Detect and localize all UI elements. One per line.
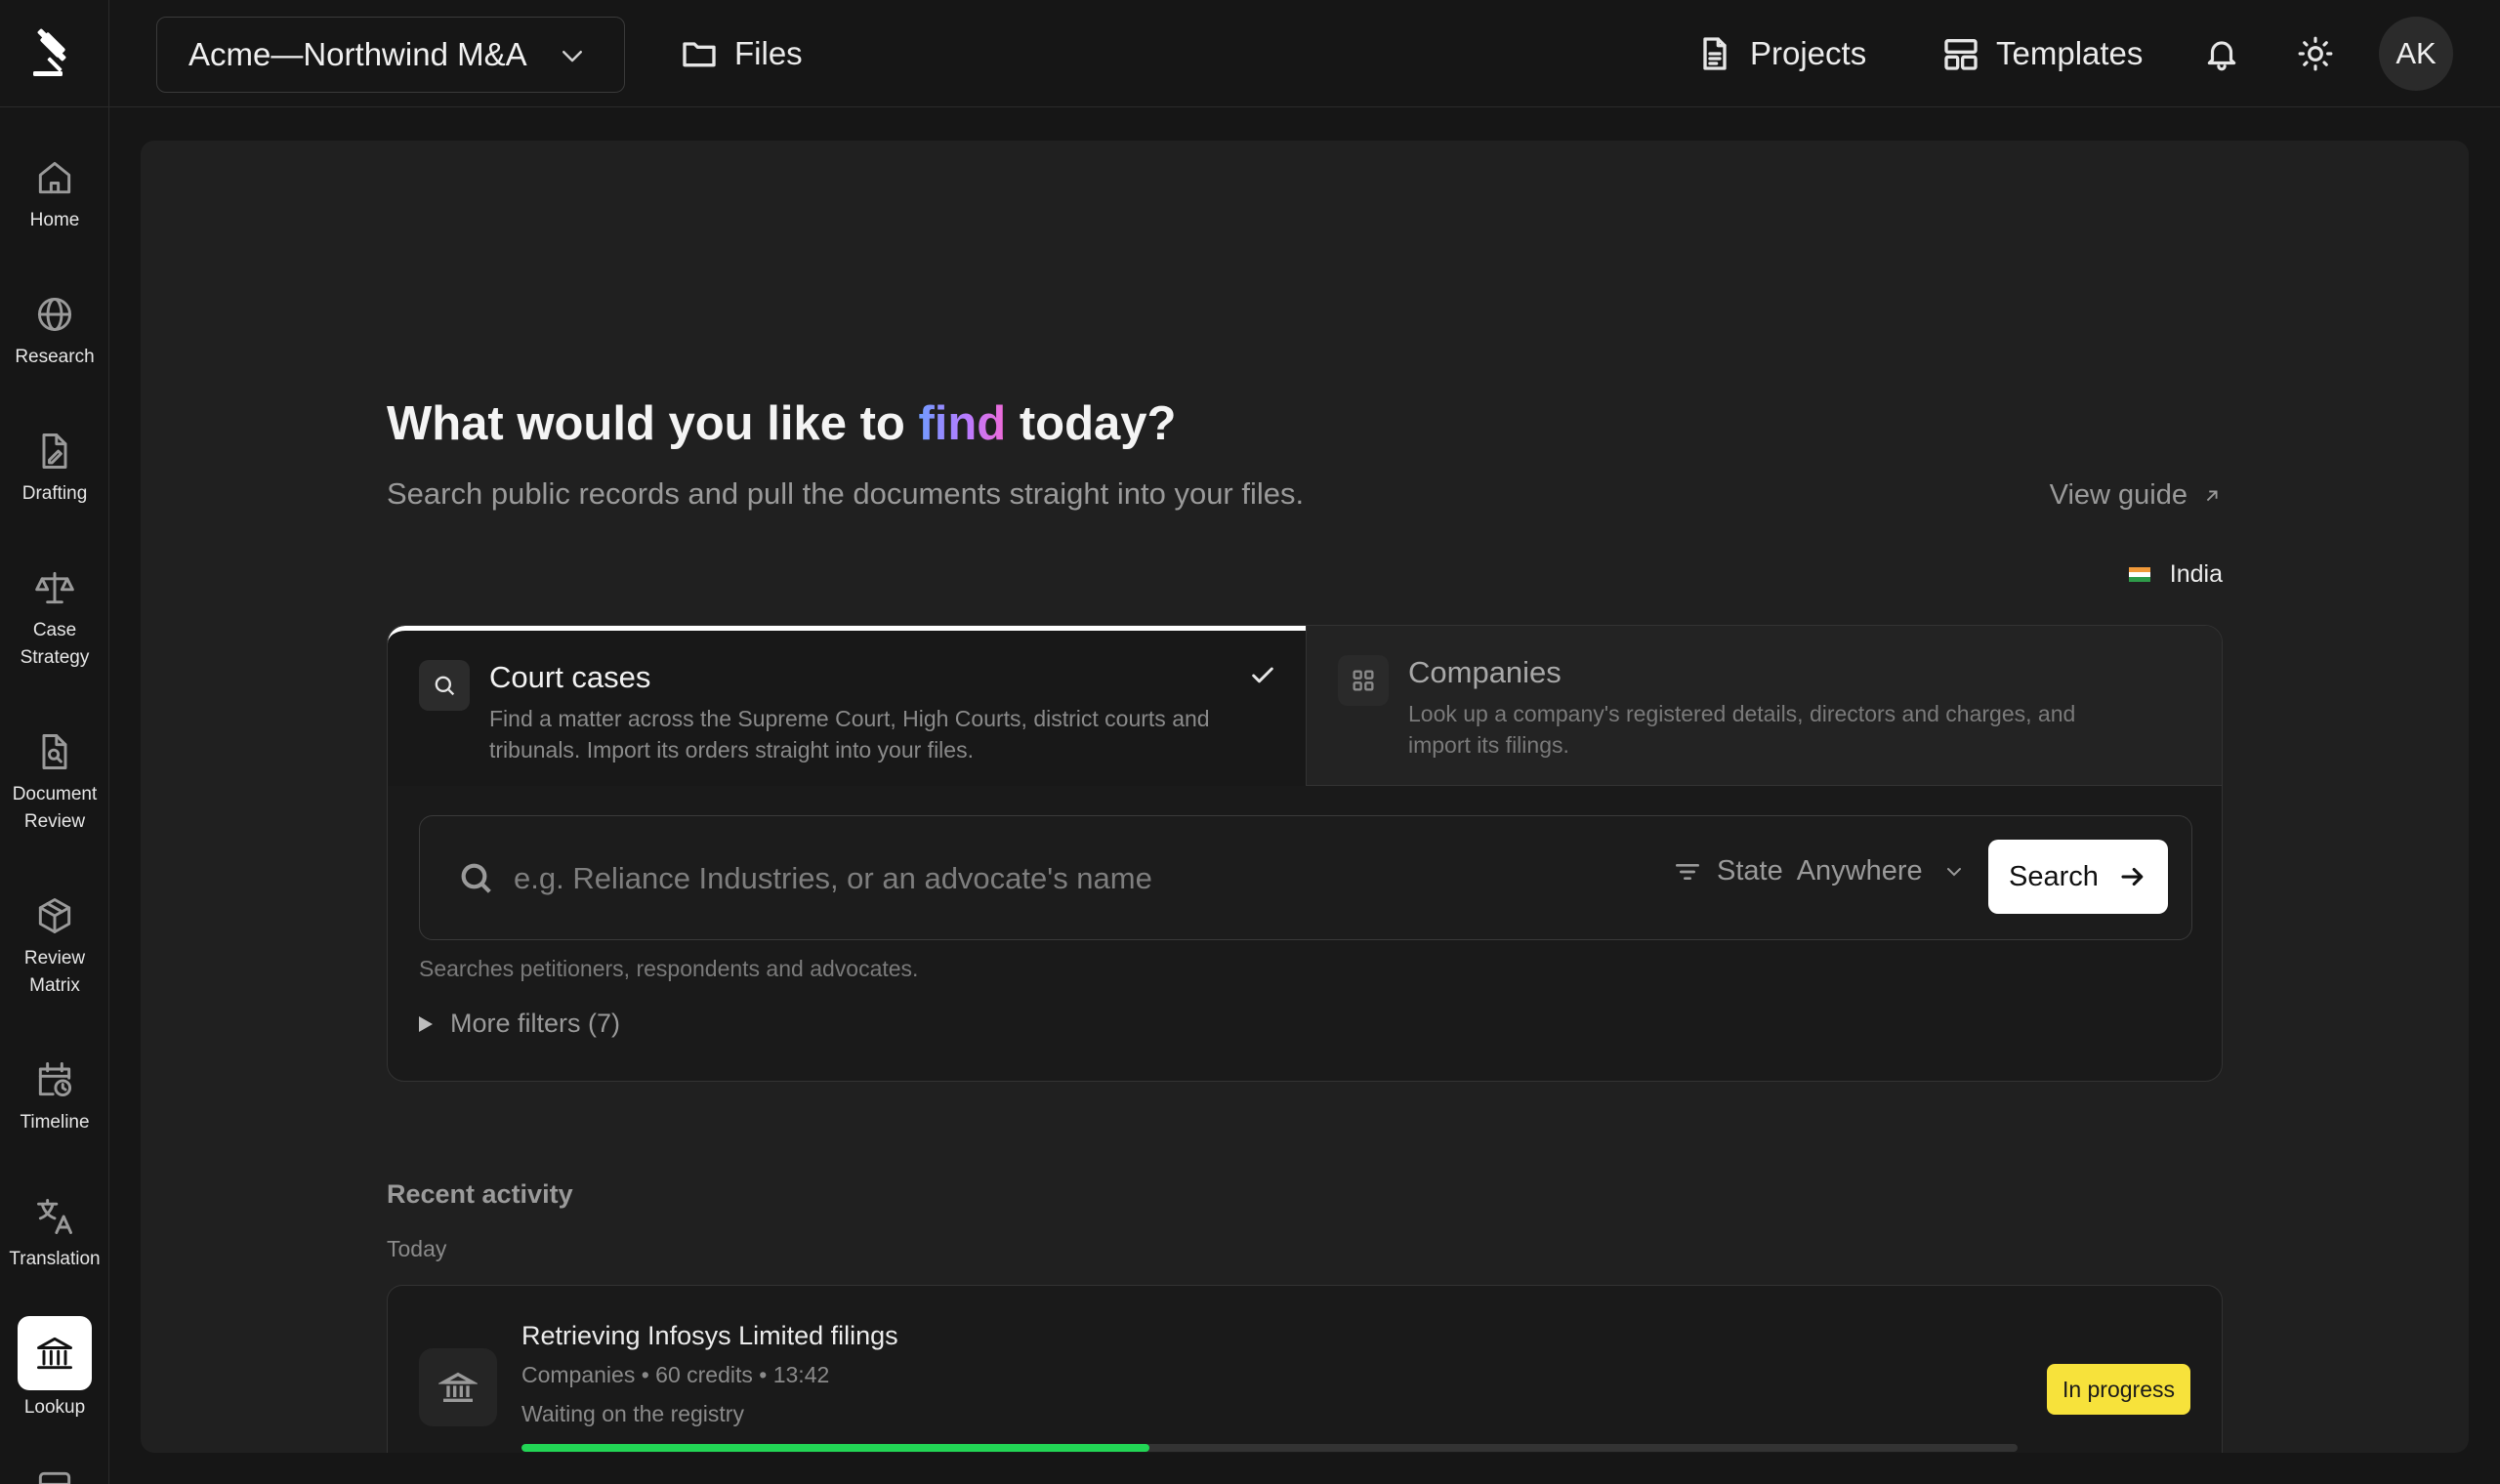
sidebar-item-research[interactable]: Research: [0, 291, 109, 371]
caret-right-icon: [419, 1015, 433, 1032]
india-flag-icon: [2128, 567, 2150, 582]
sidebar-item-label: Document Review: [12, 784, 98, 832]
app-logo[interactable]: [0, 0, 109, 107]
chevron-down-icon: [1946, 867, 1961, 876]
projects-link[interactable]: Projects: [1695, 29, 1866, 78]
sidebar: Home Research Drafting Case Strategy Doc: [0, 0, 109, 1484]
activity-group-label: Today: [387, 1236, 447, 1261]
tab-description: Look up a company's registered details, …: [1408, 701, 2076, 758]
notifications-button[interactable]: [2197, 29, 2246, 78]
templates-link[interactable]: Templates: [1941, 29, 2143, 78]
activity-meta: Companies • 60 credits • 13:42: [521, 1362, 830, 1387]
status-badge: In progress: [2046, 1364, 2190, 1415]
view-guide-label: View guide: [2049, 479, 2188, 511]
country-selector[interactable]: India: [2128, 560, 2223, 589]
sidebar-item-translation[interactable]: Translation: [0, 1193, 109, 1273]
sidebar-item-drafting[interactable]: Drafting: [0, 428, 109, 508]
app-root: Home Research Drafting Case Strategy Doc: [0, 0, 2500, 1484]
recent-activity-heading: Recent activity: [387, 1179, 573, 1209]
state-filter-dropdown[interactable]: State Anywhere: [1672, 855, 1966, 887]
bank-icon: [18, 1316, 92, 1390]
search-hint: Searches petitioners, respondents and ad…: [419, 956, 919, 981]
arrow-right-icon: [2121, 867, 2144, 886]
workspace-selector[interactable]: Acme—Northwind M&A: [156, 17, 625, 93]
more-filters-label: More filters (7): [450, 1009, 621, 1038]
calendar-clock-icon: [31, 1056, 78, 1103]
title-before: What would you like to: [387, 397, 919, 450]
workspace-name: Acme—Northwind M&A: [188, 36, 527, 72]
main-panel: What would you like to find today? Searc…: [141, 141, 2469, 1453]
search-bar: State Anywhere Search: [419, 815, 2192, 940]
home-icon: [31, 154, 78, 201]
tab-companies[interactable]: Companies Look up a company's registered…: [1306, 626, 2222, 786]
activity-status: Waiting on the registry: [521, 1401, 744, 1426]
sidebar-item-more[interactable]: [0, 1464, 109, 1484]
lookup-card: Court cases Find a matter across the Sup…: [387, 625, 2223, 1082]
bank-icon: [419, 1348, 497, 1426]
cube-icon: [31, 892, 78, 939]
title-highlight: find: [918, 397, 1007, 450]
sun-icon: [2298, 36, 2333, 71]
sidebar-item-case-strategy[interactable]: Case Strategy: [0, 564, 109, 672]
title-after: today?: [1006, 397, 1177, 450]
tab-title: Court cases: [489, 660, 651, 694]
more-filters-toggle[interactable]: More filters (7): [419, 1009, 620, 1039]
translate-icon: [31, 1193, 78, 1240]
sidebar-item-label: Lookup: [23, 1397, 86, 1418]
folder-icon: [683, 42, 716, 67]
arrow-up-right-icon: [2206, 490, 2218, 501]
state-filter-label: State: [1717, 855, 1783, 886]
tab-description: Find a matter across the Supreme Court, …: [489, 706, 1210, 763]
search-button-label: Search: [2009, 860, 2099, 892]
page-title: What would you like to find today?: [387, 396, 1176, 451]
state-filter-value: Anywhere: [1796, 855, 1923, 886]
scales-icon: [31, 564, 78, 611]
bell-icon: [2207, 41, 2236, 71]
document-search-icon: [31, 728, 78, 775]
templates-icon: [1944, 39, 1978, 70]
check-icon: [1249, 662, 1276, 694]
page-subtitle: Search public records and pull the docum…: [387, 476, 1305, 511]
topbar: Acme—Northwind M&A Files Projects Templa…: [109, 0, 2500, 107]
sidebar-item-label: Review Matrix: [23, 948, 86, 996]
sidebar-item-home[interactable]: Home: [0, 154, 109, 234]
progress-fill: [521, 1444, 1150, 1452]
progress-bar: [521, 1444, 2018, 1452]
activity-item[interactable]: Retrieving Infosys Limited filings Compa…: [387, 1285, 2223, 1453]
globe-icon: [31, 291, 78, 338]
gavel-logo-icon: [33, 28, 66, 76]
drafting-icon: [31, 428, 78, 474]
sidebar-item-label: Timeline: [20, 1112, 90, 1133]
sidebar-item-label: Translation: [9, 1249, 101, 1269]
search-button[interactable]: Search: [1988, 840, 2168, 914]
sidebar-item-label: Case Strategy: [20, 620, 90, 668]
files-link[interactable]: Files: [680, 29, 803, 78]
tab-court-cases[interactable]: Court cases Find a matter across the Sup…: [388, 626, 1306, 786]
filter-icon: [1676, 863, 1699, 880]
country-label: India: [2169, 560, 2223, 588]
view-guide-link[interactable]: View guide: [2050, 479, 2223, 512]
search-icon: [457, 859, 496, 903]
search-input[interactable]: [514, 849, 1568, 908]
sidebar-item-label: Home: [29, 210, 80, 230]
document-icon: [1703, 37, 1727, 70]
projects-label: Projects: [1750, 35, 1867, 71]
avatar[interactable]: AK: [2379, 17, 2453, 91]
activity-title: Retrieving Infosys Limited filings: [521, 1321, 898, 1350]
sidebar-item-lookup[interactable]: Lookup: [0, 1316, 109, 1422]
files-label: Files: [734, 35, 803, 71]
search-icon: [419, 660, 470, 711]
table-icon: [31, 1464, 78, 1484]
sidebar-item-review-matrix[interactable]: Review Matrix: [0, 892, 109, 1000]
chevron-down-icon: [562, 51, 582, 62]
grid-icon: [1338, 655, 1389, 706]
theme-toggle-button[interactable]: [2291, 29, 2340, 78]
sidebar-item-label: Research: [15, 347, 95, 367]
sidebar-item-label: Drafting: [21, 483, 88, 504]
sidebar-item-timeline[interactable]: Timeline: [0, 1056, 109, 1136]
tab-title: Companies: [1408, 655, 1562, 689]
sidebar-item-document-review[interactable]: Document Review: [0, 728, 109, 836]
templates-label: Templates: [1996, 35, 2144, 71]
